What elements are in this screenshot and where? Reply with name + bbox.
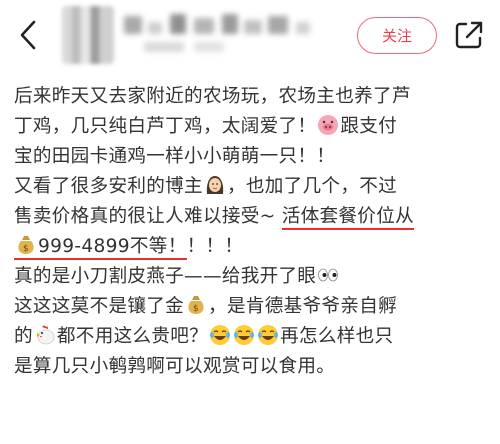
money-bag-emoji: $ bbox=[18, 236, 34, 254]
post-body: 后来昨天又去家附近的农场玩，农场主也养了芦 丁鸡，几只纯白芦丁鸡，太阔爱了！ 跟… bbox=[14, 82, 496, 382]
post-line: 真的是小刀割皮燕子——给我开了眼 bbox=[14, 262, 496, 292]
post-line: $ 999-4899不等！！！！ bbox=[14, 232, 496, 262]
rooster-emoji bbox=[36, 325, 55, 345]
post-line: 的 都不用这么贵吧？ 再怎么样也只 bbox=[14, 325, 394, 347]
top-bar: 关注 bbox=[0, 0, 500, 70]
svg-text:$: $ bbox=[23, 244, 29, 254]
post-line: 后来昨天又去家附近的农场玩，农场主也养了芦 bbox=[14, 86, 411, 107]
laughing-emoji-group bbox=[208, 325, 280, 347]
highlight-underline: 活体套餐价位从 bbox=[281, 206, 414, 230]
follow-label: 关注 bbox=[381, 27, 412, 45]
back-button[interactable] bbox=[14, 16, 46, 54]
tears-of-joy-emoji bbox=[258, 325, 279, 345]
svg-text:$: $ bbox=[193, 304, 199, 314]
post-line: 是算几只小鹌鹑啊可以观赏可以食用。 bbox=[14, 356, 336, 377]
username-blurred[interactable] bbox=[124, 12, 334, 56]
chevron-left-icon bbox=[20, 20, 36, 50]
post-line: 宝的田园卡通鸡一样小小萌萌一只！！ bbox=[14, 146, 336, 167]
post-line: 这这这莫不是镶了金 $ ，是肯德基爷爷亲自孵 bbox=[14, 296, 397, 317]
woman-emoji bbox=[206, 176, 224, 194]
share-button[interactable] bbox=[452, 18, 486, 52]
tears-of-joy-emoji bbox=[234, 325, 255, 345]
money-bag-emoji: $ bbox=[188, 296, 204, 314]
tears-of-joy-emoji bbox=[210, 325, 231, 345]
avatar[interactable] bbox=[62, 6, 114, 64]
eyes-emoji bbox=[318, 268, 339, 282]
post-line: 又看了很多安利的博主 ，也加了几个，不过 bbox=[14, 176, 397, 197]
share-external-icon bbox=[455, 21, 483, 49]
follow-button[interactable]: 关注 bbox=[357, 17, 437, 54]
highlight-underline: $ 999-4899不等！ bbox=[14, 236, 187, 260]
pig-face-emoji bbox=[318, 115, 339, 135]
post-line: 丁鸡，几只纯白芦丁鸡，太阔爱了！ 跟支付 bbox=[14, 115, 397, 137]
post-line: 售卖价格真的很让人难以接受~ 活体套餐价位从 bbox=[14, 202, 496, 232]
